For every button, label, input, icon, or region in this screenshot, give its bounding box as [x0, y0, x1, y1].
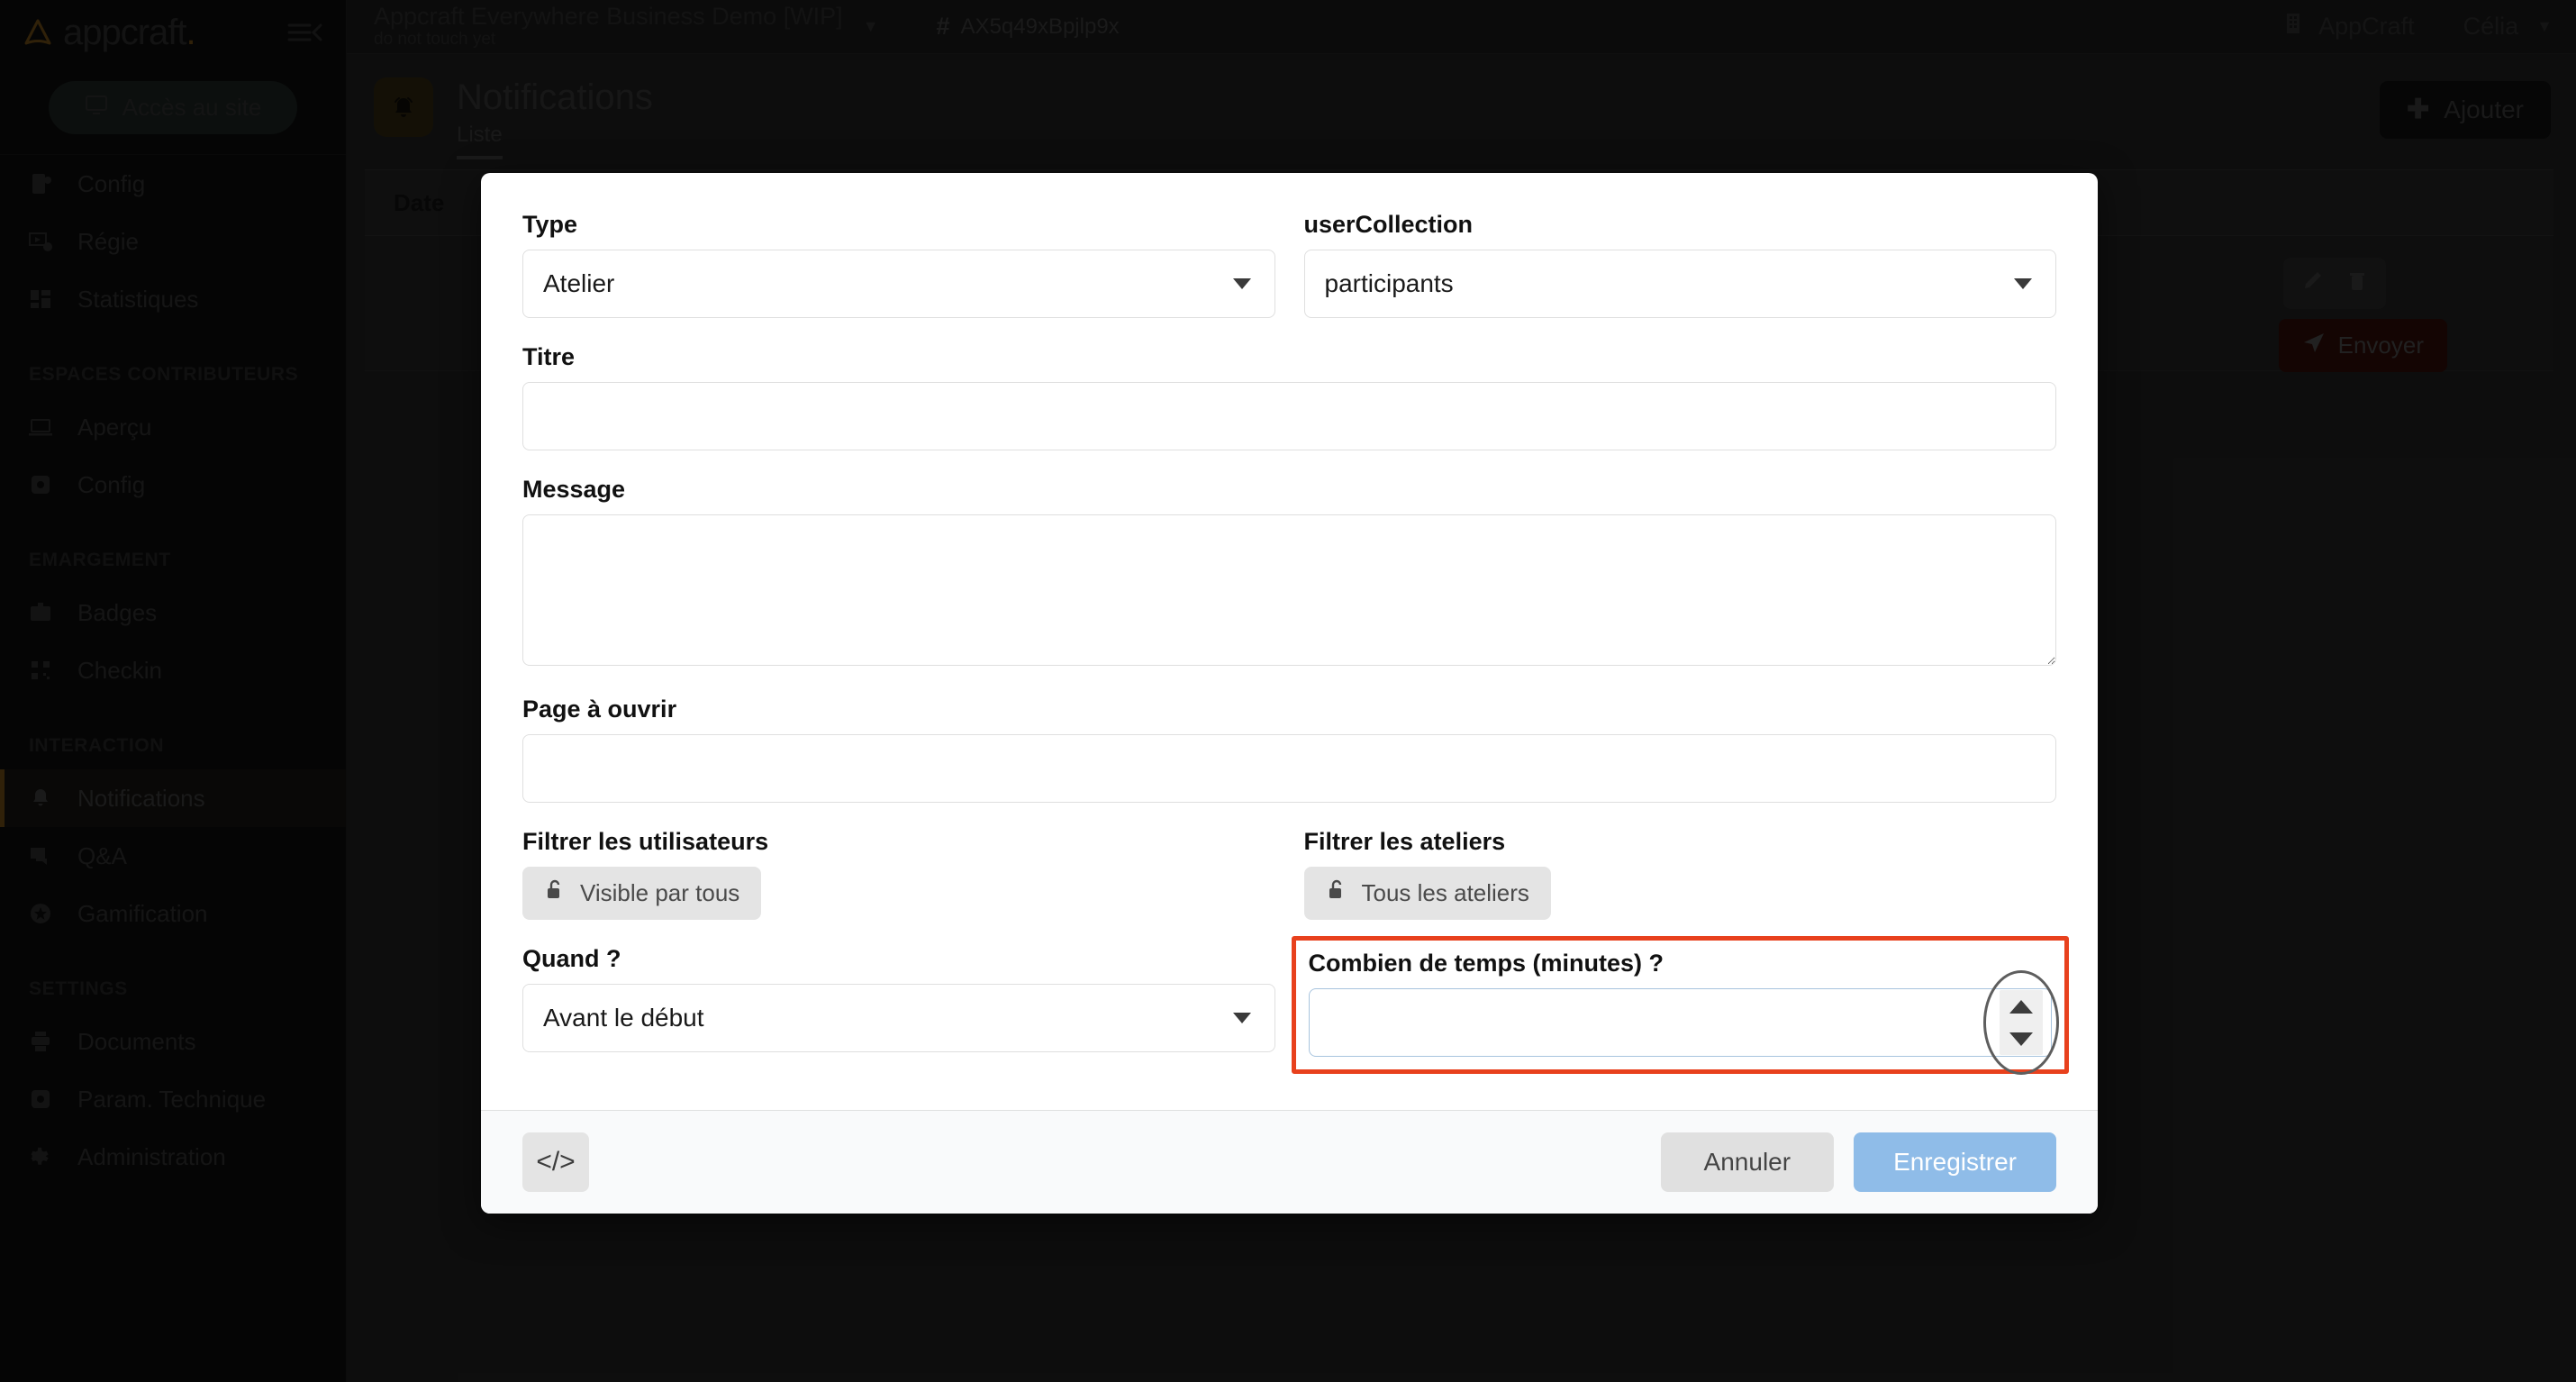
field-label-filtrer-utilisateurs: Filtrer les utilisateurs — [522, 828, 1275, 856]
field-label-message: Message — [522, 476, 2056, 504]
code-view-button[interactable]: </> — [522, 1132, 589, 1192]
code-icon: </> — [536, 1147, 575, 1177]
spinner-down-icon[interactable] — [2009, 1032, 2033, 1046]
chevron-down-icon — [1233, 1013, 1251, 1023]
field-label-user-collection: userCollection — [1304, 211, 2057, 239]
filter-ateliers-chip-label: Tous les ateliers — [1362, 879, 1529, 907]
field-filtrer-utilisateurs: Filtrer les utilisateurs Visible par tou… — [522, 828, 1275, 920]
unlock-icon — [1326, 878, 1347, 908]
cancel-button[interactable]: Annuler — [1661, 1132, 1835, 1192]
row-type-usercollection: Type Atelier userCollection participants — [522, 211, 2056, 318]
duration-number-wrap — [1309, 988, 2053, 1057]
unlock-icon — [544, 878, 566, 908]
filter-users-chip[interactable]: Visible par tous — [522, 867, 761, 920]
modal-footer-actions: Annuler Enregistrer — [1661, 1132, 2056, 1192]
field-label-titre: Titre — [522, 343, 2056, 371]
app-root: appcraft. Accès au site Config — [0, 0, 2576, 1382]
row-quand-duree: Quand ? Avant le début Combien de temps … — [522, 945, 2056, 1061]
user-collection-select-value: participants — [1325, 269, 1454, 298]
field-label-filtrer-ateliers: Filtrer les ateliers — [1304, 828, 2057, 856]
row-filters: Filtrer les utilisateurs Visible par tou… — [522, 828, 2056, 920]
duration-minutes-input[interactable] — [1309, 988, 2053, 1057]
field-page-a-ouvrir: Page à ouvrir — [522, 696, 2056, 803]
modal-footer: </> Annuler Enregistrer — [481, 1110, 2098, 1214]
field-label-quand: Quand ? — [522, 945, 1275, 973]
field-user-collection: userCollection participants — [1304, 211, 2057, 318]
field-combien-de-temps: Combien de temps (minutes) ? — [1304, 945, 2057, 1061]
field-label-combien-de-temps: Combien de temps (minutes) ? — [1309, 950, 2053, 977]
message-textarea[interactable] — [522, 514, 2056, 666]
quand-select-value: Avant le début — [543, 1004, 704, 1032]
filter-ateliers-chip[interactable]: Tous les ateliers — [1304, 867, 1551, 920]
type-select-value: Atelier — [543, 269, 614, 298]
field-message: Message — [522, 476, 2056, 670]
field-label-page-a-ouvrir: Page à ouvrir — [522, 696, 2056, 723]
save-button[interactable]: Enregistrer — [1854, 1132, 2056, 1192]
field-label-type: Type — [522, 211, 1275, 239]
type-select[interactable]: Atelier — [522, 250, 1275, 318]
number-spinner[interactable] — [2000, 990, 2043, 1055]
field-quand: Quand ? Avant le début — [522, 945, 1275, 1061]
filter-users-chip-label: Visible par tous — [580, 879, 739, 907]
modal-body: Type Atelier userCollection participants… — [481, 173, 2098, 1110]
chevron-down-icon — [1233, 278, 1251, 289]
highlight-annotation-box: Combien de temps (minutes) ? — [1292, 936, 2070, 1074]
field-filtrer-ateliers: Filtrer les ateliers Tous les ateliers — [1304, 828, 2057, 920]
user-collection-select[interactable]: participants — [1304, 250, 2057, 318]
notification-edit-modal: Type Atelier userCollection participants… — [481, 173, 2098, 1214]
field-titre: Titre — [522, 343, 2056, 450]
titre-input[interactable] — [522, 382, 2056, 450]
quand-select[interactable]: Avant le début — [522, 984, 1275, 1052]
chevron-down-icon — [2014, 278, 2032, 289]
page-a-ouvrir-input[interactable] — [522, 734, 2056, 803]
spinner-up-icon[interactable] — [2009, 1000, 2033, 1014]
field-type: Type Atelier — [522, 211, 1275, 318]
